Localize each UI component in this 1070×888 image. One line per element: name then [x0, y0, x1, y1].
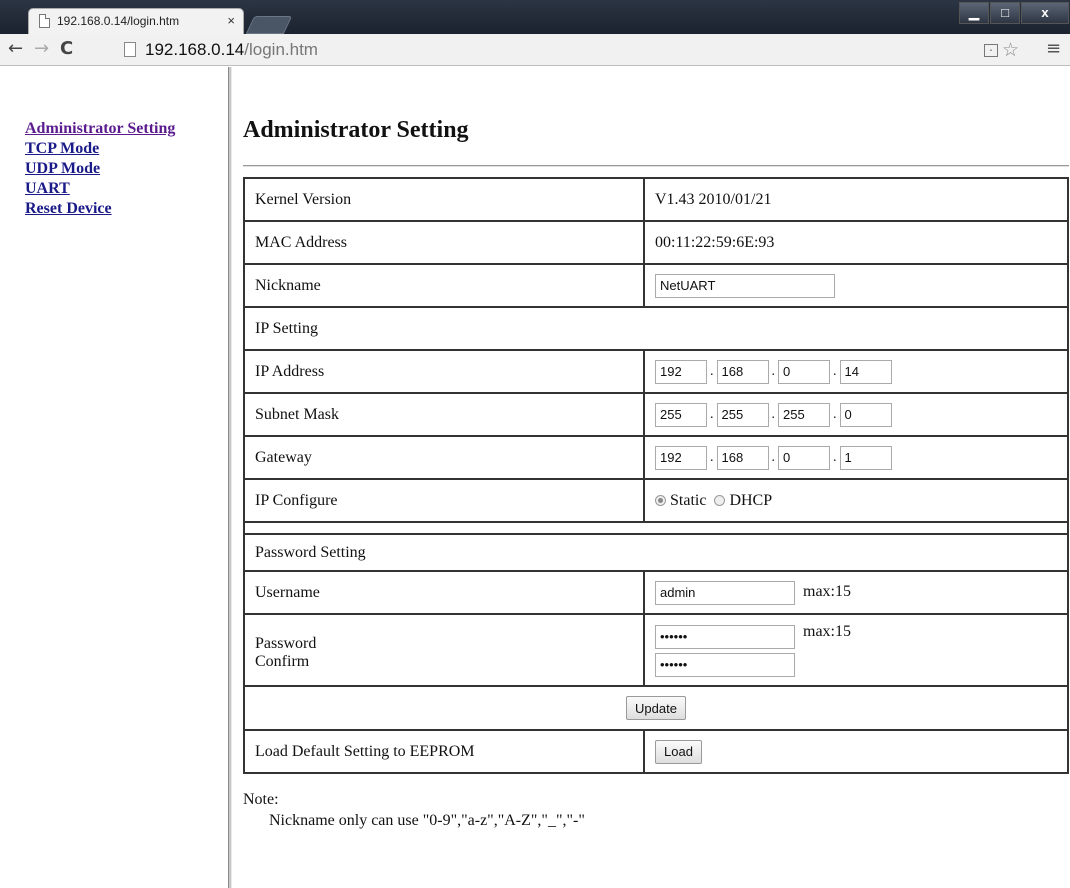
sidebar-item-administrator-setting[interactable]: Administrator Setting — [25, 119, 175, 139]
username-cell: max:15 — [643, 570, 1069, 615]
ip-configure-label: IP Configure — [243, 478, 645, 523]
table-row: IP Setting — [243, 306, 1069, 351]
gateway-octet-3[interactable] — [778, 445, 830, 470]
main-frame: Administrator Setting Kernel Version V1.… — [233, 67, 1070, 888]
table-row: Nickname — [243, 263, 1069, 308]
url-text[interactable]: 192.168.0.14/login.htm — [145, 40, 318, 60]
subnet-mask-label: Subnet Mask — [243, 392, 645, 437]
browser-titlebar: 192.168.0.14/login.htm × ▁ □ x — [0, 0, 1070, 34]
page-icon — [124, 42, 136, 57]
subnet-mask-cell: ... — [643, 392, 1069, 437]
subnet-mask-octet-2[interactable] — [716, 402, 769, 427]
ip-setting-header: IP Setting — [243, 306, 1069, 351]
username-label: Username — [243, 570, 645, 615]
ip-address-octet-2[interactable] — [716, 359, 769, 384]
table-row: IP Configure Static DHCP — [243, 478, 1069, 523]
password-max-hint: max:15 — [803, 623, 851, 641]
username-input[interactable] — [655, 580, 795, 605]
nickname-cell — [643, 263, 1069, 308]
gateway-octet-4[interactable] — [839, 445, 892, 470]
table-row: Update — [243, 685, 1069, 731]
subnet-mask-octet-1[interactable] — [655, 402, 707, 427]
static-radio[interactable] — [655, 494, 666, 506]
frame-divider[interactable] — [228, 67, 232, 888]
password-input[interactable] — [655, 624, 795, 649]
username-max-hint: max:15 — [803, 583, 851, 601]
note-title: Note: — [243, 791, 279, 808]
update-cell: Update — [243, 685, 1069, 731]
sidebar-nav: Administrator Setting TCP Mode UDP Mode … — [25, 119, 175, 219]
menu-icon[interactable]: ≡ — [1046, 38, 1061, 59]
browser-tab[interactable]: 192.168.0.14/login.htm × — [28, 8, 244, 34]
gateway-octet-1[interactable] — [655, 445, 707, 470]
table-row: Username max:15 — [243, 570, 1069, 615]
mac-address-value: 00:11:22:59:6E:93 — [643, 220, 1069, 265]
table-row: Subnet Mask ... — [243, 392, 1069, 437]
password-setting-header: Password Setting — [243, 533, 1069, 572]
ip-address-label: IP Address — [243, 349, 645, 394]
ip-address-cell: ... — [643, 349, 1069, 394]
table-row: IP Address ... — [243, 349, 1069, 394]
dhcp-radio[interactable] — [714, 494, 726, 506]
load-default-label: Load Default Setting to EEPROM — [243, 729, 645, 774]
reload-icon[interactable]: C — [60, 39, 73, 59]
browser-toolbar: ← → C 192.168.0.14/login.htm ꞏ ☆ ≡ — [0, 34, 1070, 66]
nickname-input[interactable] — [655, 273, 835, 298]
nickname-label: Nickname — [243, 263, 645, 308]
gateway-cell: ... — [643, 435, 1069, 480]
table-row: Password Confirm max:15 — [243, 613, 1069, 687]
note-text: Nickname only can use "0-9","a-z","A-Z",… — [269, 812, 585, 829]
kernel-version-label: Kernel Version — [243, 177, 645, 222]
separator-row — [243, 521, 1069, 535]
table-row: Kernel Version V1.43 2010/01/21 — [243, 177, 1069, 222]
minimize-button[interactable]: ▁ — [959, 2, 989, 24]
sidebar-item-reset-device[interactable]: Reset Device — [25, 199, 175, 219]
back-icon[interactable]: ← — [8, 39, 23, 59]
table-row: Load Default Setting to EEPROM Load — [243, 729, 1069, 774]
dhcp-radio-label: DHCP — [729, 491, 773, 509]
translate-icon[interactable]: ꞏ — [984, 44, 998, 57]
table-row: MAC Address 00:11:22:59:6E:93 — [243, 220, 1069, 265]
subnet-mask-octet-3[interactable] — [778, 402, 830, 427]
update-button[interactable]: Update — [626, 696, 686, 720]
ip-address-octet-3[interactable] — [778, 359, 830, 384]
table-row: Gateway ... — [243, 435, 1069, 480]
table-row: Password Setting — [243, 533, 1069, 572]
password-label: Password — [255, 635, 317, 652]
mac-address-label: MAC Address — [243, 220, 645, 265]
star-icon[interactable]: ☆ — [1002, 39, 1019, 61]
note: Note: Nickname only can use "0-9","a-z",… — [243, 789, 585, 831]
new-tab-button[interactable] — [245, 16, 293, 34]
gateway-label: Gateway — [243, 435, 645, 480]
nav-frame: Administrator Setting TCP Mode UDP Mode … — [0, 67, 228, 888]
confirm-label: Confirm — [255, 653, 310, 670]
url-host: 192.168.0.14 — [145, 40, 245, 59]
confirm-password-input[interactable] — [655, 652, 795, 677]
static-radio-label: Static — [670, 491, 707, 509]
ip-address-octet-4[interactable] — [839, 359, 892, 384]
forward-icon[interactable]: → — [34, 39, 49, 59]
tab-title: 192.168.0.14/login.htm — [57, 14, 180, 28]
ip-configure-cell: Static DHCP — [643, 478, 1069, 523]
sidebar-item-uart[interactable]: UART — [25, 179, 175, 199]
password-cell: max:15 — [643, 613, 1069, 687]
url-path: /login.htm — [244, 40, 318, 59]
settings-table: Kernel Version V1.43 2010/01/21 MAC Addr… — [243, 177, 1069, 774]
sidebar-item-udp-mode[interactable]: UDP Mode — [25, 159, 175, 179]
load-button[interactable]: Load — [655, 739, 702, 764]
subnet-mask-octet-4[interactable] — [839, 402, 892, 427]
tab-close-icon[interactable]: × — [227, 13, 235, 28]
kernel-version-value: V1.43 2010/01/21 — [643, 177, 1069, 222]
close-window-button[interactable]: x — [1021, 2, 1069, 24]
page-icon — [39, 14, 50, 28]
sidebar-item-tcp-mode[interactable]: TCP Mode — [25, 139, 175, 159]
address-bar[interactable]: 192.168.0.14/login.htm — [118, 38, 1038, 62]
ip-address-octet-1[interactable] — [655, 359, 707, 384]
gateway-octet-2[interactable] — [716, 445, 769, 470]
page-title: Administrator Setting — [243, 117, 469, 143]
load-default-cell: Load — [643, 729, 1069, 774]
maximize-button[interactable]: □ — [990, 2, 1020, 24]
divider — [243, 165, 1069, 167]
password-labels-cell: Password Confirm — [243, 613, 645, 687]
